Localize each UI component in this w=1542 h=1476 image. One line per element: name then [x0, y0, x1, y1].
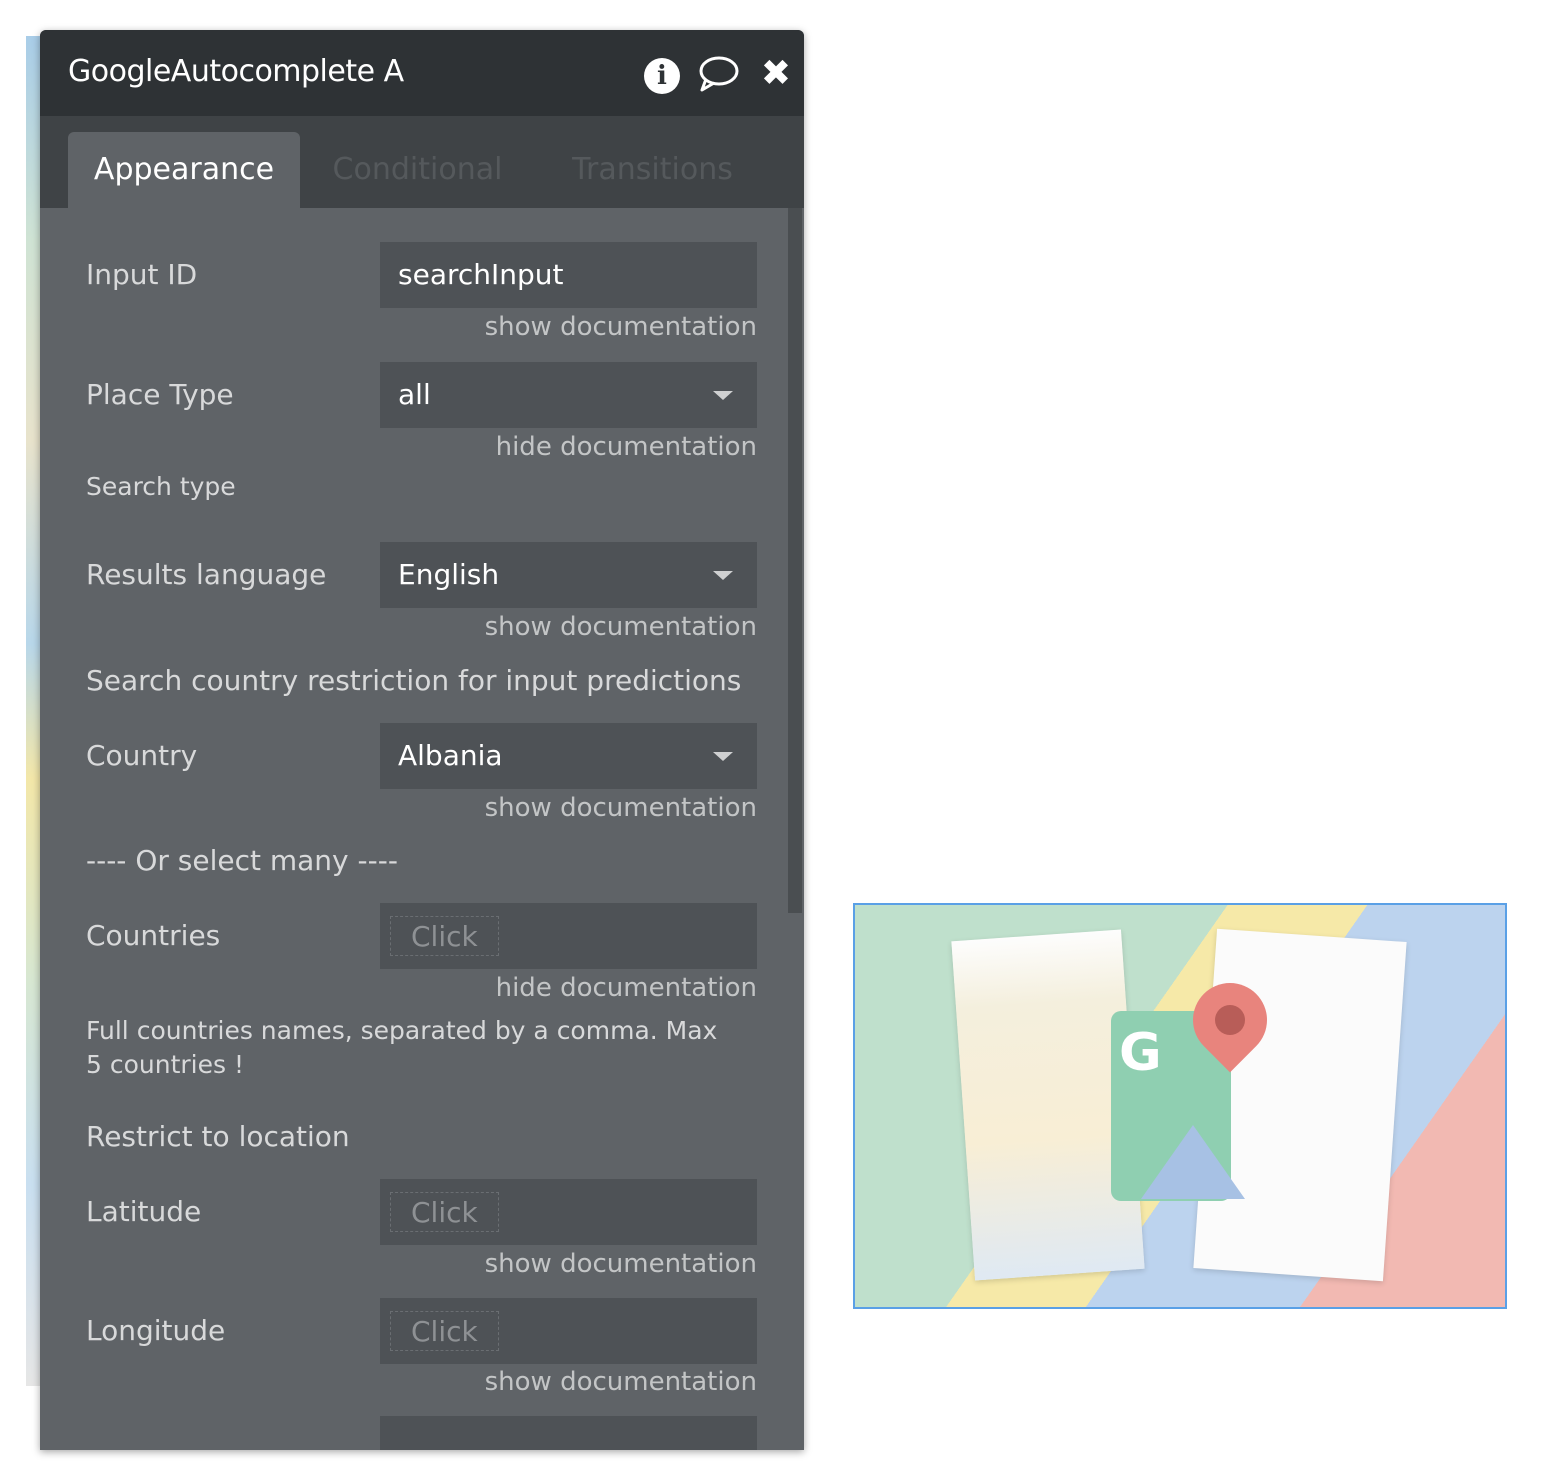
country-value: Albania: [398, 739, 503, 772]
comment-icon[interactable]: [696, 52, 740, 107]
close-icon[interactable]: ✖: [754, 52, 798, 96]
countries-label: Countries: [86, 919, 221, 952]
longitude-click-placeholder[interactable]: Click: [390, 1311, 499, 1351]
tab-conditional[interactable]: Conditional: [330, 132, 505, 208]
results-language-label: Results language: [86, 558, 327, 591]
country-section-heading: Search country restriction for input pre…: [86, 664, 742, 697]
google-autocomplete-preview-image[interactable]: G: [853, 903, 1507, 1309]
results-language-dropdown[interactable]: English: [380, 542, 757, 608]
property-editor-panel: GoogleAutocomplete A i ✖ Appearance Cond…: [40, 30, 804, 1450]
latitude-label: Latitude: [86, 1195, 202, 1228]
place-type-dropdown[interactable]: all: [380, 362, 757, 428]
dropdown-caret-icon: [713, 391, 733, 400]
input-id-doc-link[interactable]: show documentation: [485, 312, 757, 342]
latitude-click-placeholder[interactable]: Click: [390, 1192, 499, 1232]
countries-doc-text: Full countries names, separated by a com…: [86, 1016, 718, 1079]
latitude-field[interactable]: Click: [380, 1179, 757, 1245]
comment-icon-glyph: [699, 56, 739, 92]
countries-click-placeholder[interactable]: Click: [390, 916, 499, 956]
place-type-doc-link[interactable]: hide documentation: [496, 432, 757, 462]
restrict-location-heading: Restrict to location: [86, 1120, 350, 1153]
info-icon[interactable]: i: [640, 52, 684, 96]
tab-transitions[interactable]: Transitions: [560, 132, 745, 208]
panel-title-bar[interactable]: GoogleAutocomplete A i ✖: [40, 30, 804, 116]
panel-scrollbar[interactable]: [788, 208, 802, 913]
map-pin-dot: [1215, 1005, 1245, 1035]
countries-field[interactable]: Click: [380, 903, 757, 969]
or-select-many-divider: ---- Or select many ----: [86, 844, 398, 877]
longitude-field[interactable]: Click: [380, 1298, 757, 1364]
longitude-label: Longitude: [86, 1314, 226, 1347]
place-type-value: all: [398, 378, 431, 411]
country-label: Country: [86, 739, 198, 772]
tab-bar: Appearance Conditional Transitions: [40, 116, 804, 208]
place-type-label: Place Type: [86, 378, 234, 411]
dropdown-caret-icon: [713, 752, 733, 761]
results-language-value: English: [398, 558, 500, 591]
input-id-label: Input ID: [86, 258, 198, 291]
next-field-partial[interactable]: [380, 1416, 757, 1450]
place-type-doc-text: Search type: [86, 472, 236, 501]
country-doc-link[interactable]: show documentation: [485, 793, 757, 823]
tab-appearance[interactable]: Appearance: [68, 132, 300, 208]
countries-doc-link[interactable]: hide documentation: [496, 973, 757, 1003]
longitude-doc-link[interactable]: show documentation: [485, 1367, 757, 1397]
latitude-doc-link[interactable]: show documentation: [485, 1249, 757, 1279]
dropdown-caret-icon: [713, 571, 733, 580]
google-g-letter-icon: G: [1119, 1023, 1162, 1083]
results-language-doc-link[interactable]: show documentation: [485, 612, 757, 642]
input-id-value: searchInput: [398, 258, 564, 291]
logo-triangle-shape: [1141, 1125, 1245, 1199]
editor-canvas: GoogleAutocomplete A i ✖ Appearance Cond…: [0, 0, 1542, 1476]
panel-title: GoogleAutocomplete A: [68, 54, 404, 89]
country-dropdown[interactable]: Albania: [380, 723, 757, 789]
input-id-field[interactable]: searchInput: [380, 242, 757, 308]
